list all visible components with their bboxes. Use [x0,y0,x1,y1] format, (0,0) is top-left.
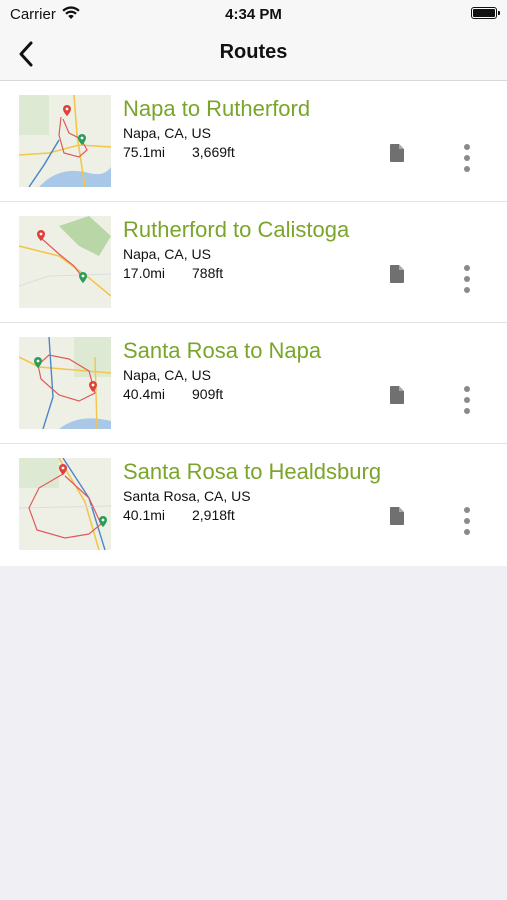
route-row[interactable]: Santa Rosa to Napa Napa, CA, US 40.4mi 9… [0,323,507,444]
route-name[interactable]: Santa Rosa to Healdsburg [123,459,381,485]
route-row[interactable]: Rutherford to Calistoga Napa, CA, US 17.… [0,202,507,323]
route-map-thumbnail [19,458,111,550]
clock: 4:34 PM [225,6,282,23]
route-name[interactable]: Napa to Rutherford [123,96,310,122]
route-location: Napa, CA, US [123,367,211,383]
route-location: Napa, CA, US [123,246,211,262]
route-map-thumbnail [19,216,111,308]
document-icon[interactable] [388,506,406,526]
route-name[interactable]: Rutherford to Calistoga [123,217,349,243]
document-icon[interactable] [388,143,406,163]
routes-list: Napa to Rutherford Napa, CA, US 75.1mi 3… [0,81,507,566]
battery-icon [471,7,500,19]
route-elevation: 3,669ft [192,144,235,160]
route-elevation: 2,918ft [192,507,235,523]
more-vertical-icon[interactable] [455,385,479,417]
route-map-thumbnail [19,95,111,187]
route-distance: 75.1mi [123,144,166,160]
route-row[interactable]: Napa to Rutherford Napa, CA, US 75.1mi 3… [0,81,507,202]
route-distance: 40.4mi [123,386,166,402]
route-elevation: 788ft [192,265,224,281]
more-vertical-icon[interactable] [455,143,479,175]
status-bar: Carrier 4:34 PM [0,0,507,28]
more-vertical-icon[interactable] [455,506,479,538]
route-distance: 40.1mi [123,507,166,523]
route-row[interactable]: Santa Rosa to Healdsburg Santa Rosa, CA,… [0,444,507,566]
route-location: Santa Rosa, CA, US [123,488,251,504]
route-location: Napa, CA, US [123,125,211,141]
route-distance: 17.0mi [123,265,166,281]
page-title: Routes [219,41,288,63]
route-name[interactable]: Santa Rosa to Napa [123,338,321,364]
navigation-bar: Routes [0,28,507,81]
more-vertical-icon[interactable] [455,264,479,296]
document-icon[interactable] [388,385,406,405]
route-map-thumbnail [19,337,111,429]
document-icon[interactable] [388,264,406,284]
route-elevation: 909ft [192,386,224,402]
